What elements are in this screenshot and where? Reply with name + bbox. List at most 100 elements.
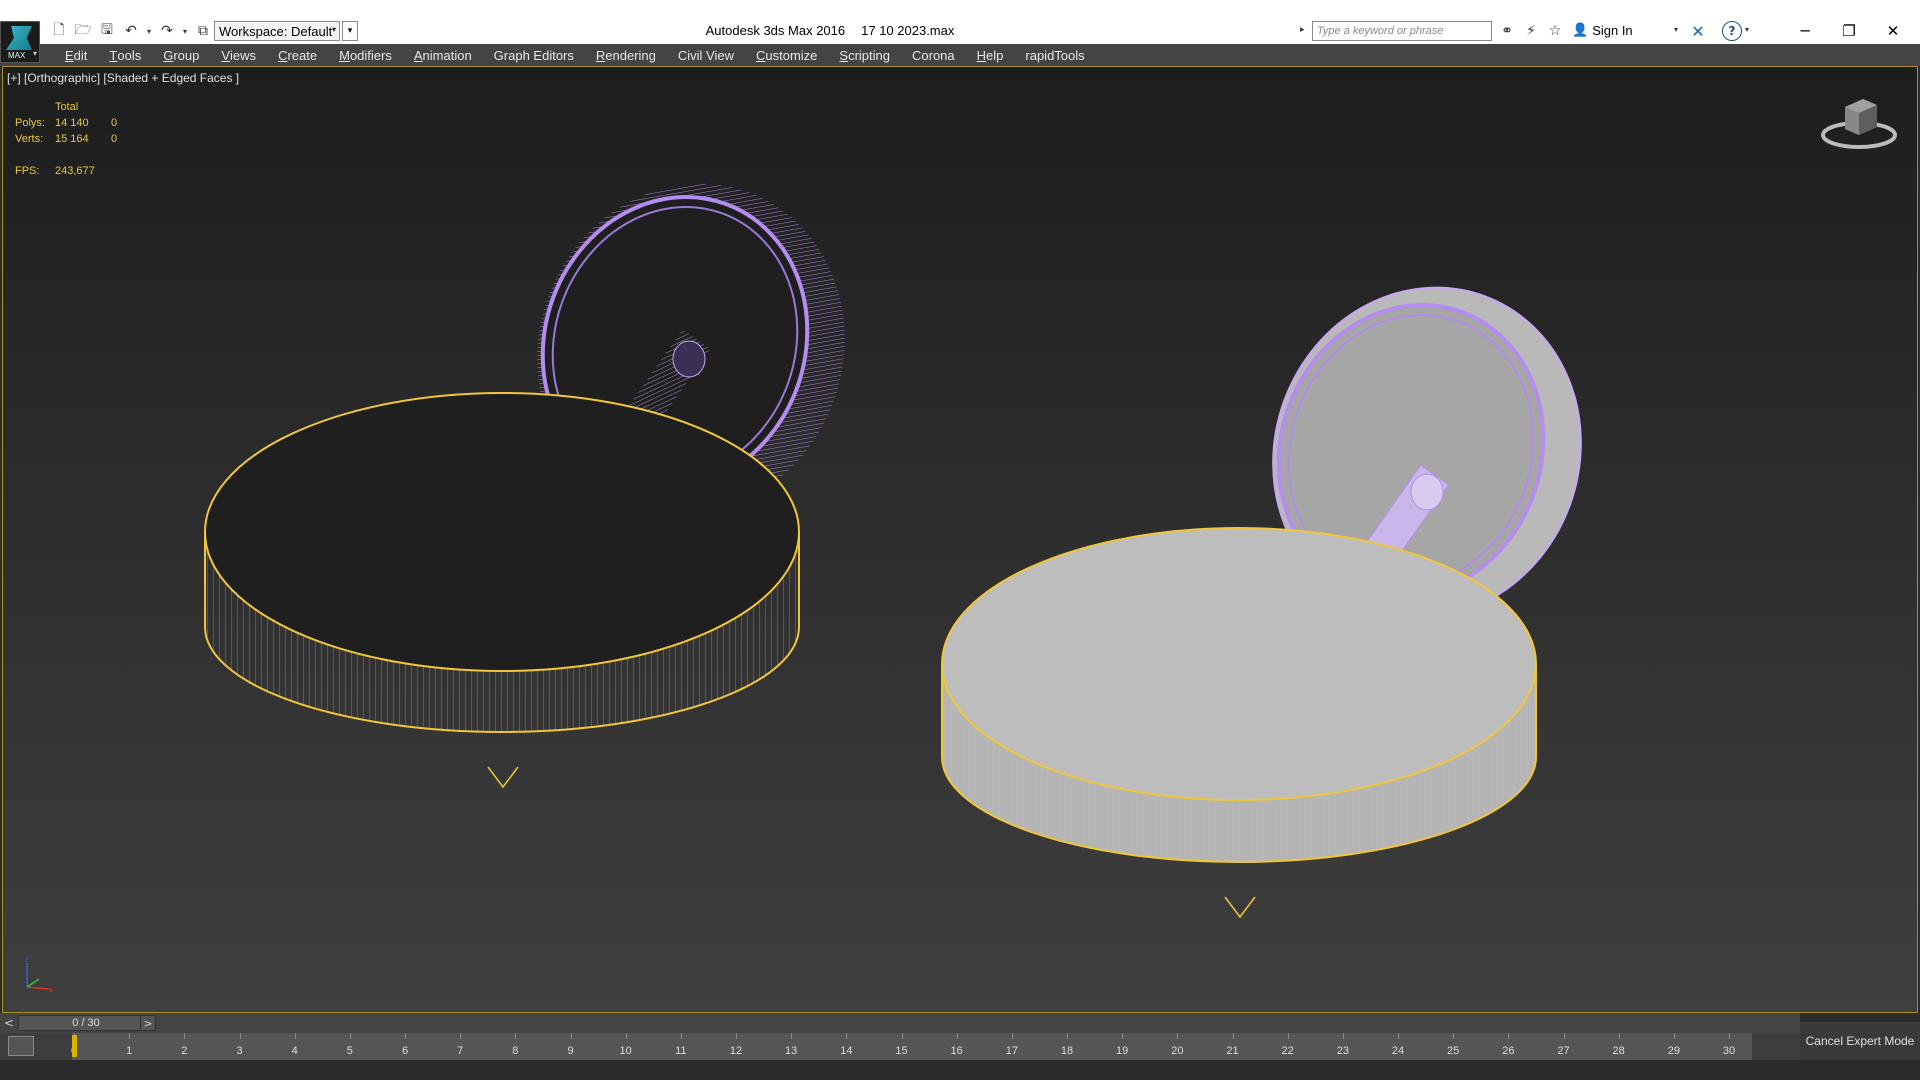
menu-item-graph-editors[interactable]: Graph Editors [483,44,585,66]
menu-item-modifiers[interactable]: Modifiers [328,44,403,66]
timeline-tick [791,1033,793,1039]
timeline-tick [294,1033,296,1039]
menu-item-group[interactable]: Group [152,44,210,66]
title-bar: 🗋 🗁 🖫 ↶ ▾ ↷ ▾ ⧉ Workspace: Default ▾ ▾ A… [0,0,1920,44]
timeline-tick [1673,1033,1675,1039]
menu-item-rapidtools[interactable]: rapidTools [1014,44,1095,66]
timeline-tick-label: 25 [1447,1045,1460,1057]
help-icon[interactable]: ? [1722,21,1742,41]
timeline-tick [1067,1033,1068,1039]
timeline-tick-label: 10 [619,1045,632,1057]
timeline-tick-label: 20 [1171,1045,1184,1057]
timeline-tick [1398,1033,1399,1039]
viewport-orthographic[interactable]: [+] [Orthographic] [Shaded + Edged Faces… [2,66,1918,1013]
time-slider[interactable]: < 0 / 30 > [0,1013,1800,1033]
viewcube-icon[interactable] [1819,85,1899,155]
timeline-tick [1287,1033,1289,1039]
menu-item-create[interactable]: Create [267,44,328,66]
binoculars-icon[interactable]: ⚭ [1498,22,1516,40]
polys-label: Polys: [15,117,45,129]
app-title: Autodesk 3ds Max 2016 [705,23,846,38]
menu-item-views[interactable]: Views [210,44,267,66]
search-collapse-icon[interactable]: ▸ [1300,25,1305,35]
right-puck[interactable] [941,527,1537,919]
timeline-tick-label: 8 [512,1045,519,1057]
timeline-tick-label: 1 [126,1045,133,1057]
timeline-tick [1011,1033,1013,1039]
timeline-tick-label: 26 [1502,1045,1515,1057]
menu-item-tools[interactable]: Tools [98,44,152,66]
timeline-tick [901,1033,903,1039]
chevron-down-icon[interactable]: ▾ [1745,25,1749,34]
search-placeholder: Type a keyword or phrase [1317,25,1444,37]
verts-selected: 0 [111,133,118,145]
axis-tripod-icon: z x [25,956,53,994]
viewport-label[interactable]: [+] [Orthographic] [Shaded + Edged Faces… [7,71,239,85]
timeline-tick [625,1033,627,1039]
infocenter-tools: ⚭ ⚡ ☆ [1498,21,1564,41]
restore-icon[interactable]: ❐ [1826,18,1872,44]
svg-text:x: x [49,986,53,994]
timeline-tick [239,1033,241,1039]
timeline-tick [349,1033,351,1039]
current-frame-marker[interactable] [72,1035,77,1057]
left-puck[interactable] [204,392,800,789]
menu-item-rendering[interactable]: Rendering [585,44,667,66]
cancel-expert-mode-button[interactable]: Cancel Expert Mode [1800,1022,1920,1060]
menu-item-edit[interactable]: Edit [54,44,98,66]
application-menu-button[interactable]: MAX ▾ [0,21,40,63]
timeline-tick-label: 27 [1557,1045,1570,1057]
chevron-down-icon[interactable]: ▾ [1674,25,1678,34]
app-logo-label: MAX [8,51,26,60]
minimize-icon[interactable]: ─ [1782,18,1828,44]
timeline-tick-label: 15 [895,1045,908,1057]
sign-in-label: Sign In [1592,22,1633,38]
timeline-tick [184,1033,186,1039]
mini-curve-editor-icon[interactable] [8,1036,34,1056]
svg-text:z: z [25,956,29,964]
viewport-statistics: Total Polys: 14 140 0 Verts: 15 164 0 FPS: 24… [15,99,117,179]
timeline-tick-label: 5 [346,1045,353,1057]
timeline-tick-label: 11 [675,1045,687,1057]
exchange-apps-icon[interactable]: ✕ [1688,21,1708,41]
timeline-tick-label: 3 [236,1045,243,1057]
time-slider-thumb[interactable]: 0 / 30 [18,1015,154,1031]
menu-item-animation[interactable]: Animation [403,44,483,66]
timeline-tick [1508,1033,1510,1039]
next-frame-button[interactable]: > [140,1015,156,1031]
favorites-star-icon[interactable]: ☆ [1546,22,1564,40]
timeline-tick [1563,1033,1565,1039]
timeline-tick-label: 14 [840,1045,853,1057]
timeline-tick-label: 4 [291,1045,298,1057]
verts-label: Verts: [15,133,44,145]
timeline-tick [1618,1033,1620,1039]
timeline-tick [570,1033,572,1039]
menu-item-help[interactable]: Help [966,44,1015,66]
sign-in-button[interactable]: 👤 Sign In [1572,22,1633,38]
track-area[interactable]: 0123456789101112131415161718192021222324… [71,1033,1752,1060]
stats-header: Total [55,101,79,113]
timeline-tick-label: 2 [181,1045,188,1057]
menu-item-scripting[interactable]: Scripting [828,44,901,66]
timeline-tick [1122,1033,1124,1039]
communication-center-icon[interactable]: ⚡ [1522,22,1540,40]
menu-bar: Edit Tools Group Views Create Modifiers Animat… [0,44,1920,67]
close-icon[interactable]: ✕ [1870,18,1916,44]
timeline-tick [405,1033,406,1039]
timeline-tick-label: 24 [1391,1045,1405,1057]
search-input[interactable]: Type a keyword or phrase [1312,21,1492,41]
scene-geometry [204,183,1582,919]
timeline-tick [956,1033,958,1039]
menu-item-civil-view[interactable]: Civil View [667,44,745,66]
menu-item-corona[interactable]: Corona [901,44,966,66]
timeline-tick [1453,1033,1455,1039]
timeline-tick-label: 19 [1116,1045,1129,1057]
verts-total: 15 164 [55,133,89,145]
timeline-tick [129,1033,131,1039]
previous-frame-button[interactable]: < [2,1013,16,1033]
menu-item-customize[interactable]: Customize [745,44,828,66]
track-bar[interactable]: 0123456789101112131415161718192021222324… [0,1033,1800,1060]
user-icon: 👤 [1572,22,1589,37]
timeline-tick-label: 18 [1060,1045,1074,1057]
timeline-tick-label: 13 [785,1045,798,1057]
